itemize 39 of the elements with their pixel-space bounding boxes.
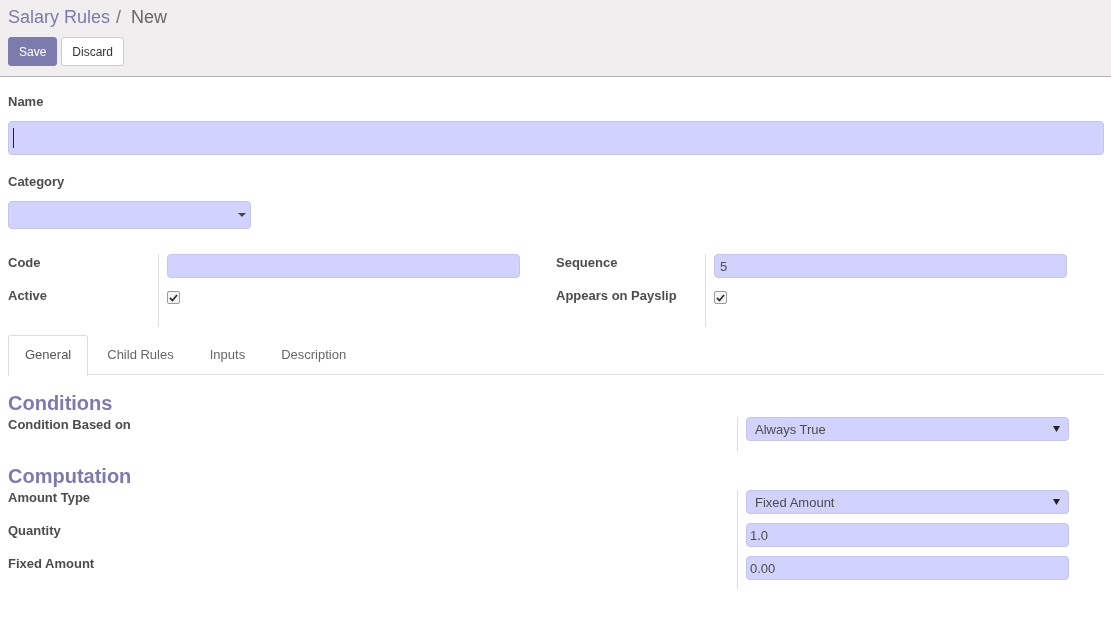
text-field[interactable] bbox=[167, 254, 520, 278]
tab[interactable]: Inputs bbox=[192, 335, 263, 375]
tab[interactable]: Description bbox=[264, 335, 364, 375]
tab[interactable]: General bbox=[8, 335, 89, 376]
select-field[interactable]: Fixed Amount bbox=[746, 490, 1069, 514]
field-value: 1.0 bbox=[750, 527, 769, 543]
name-field[interactable] bbox=[8, 121, 1104, 155]
field-value: Always True bbox=[755, 421, 826, 437]
field-label: Active bbox=[8, 287, 159, 327]
section-heading: Computation bbox=[8, 465, 133, 488]
select-field[interactable]: Always True bbox=[746, 417, 1069, 441]
text-field[interactable]: 5 bbox=[714, 254, 1067, 278]
breadcrumb-separator: / bbox=[116, 7, 122, 28]
category-dropdown[interactable] bbox=[8, 201, 251, 229]
checkbox[interactable] bbox=[167, 291, 180, 304]
tab[interactable]: Child Rules bbox=[90, 335, 191, 375]
field-label: Quantity bbox=[8, 523, 62, 540]
text-field[interactable]: 1.0 bbox=[746, 523, 1069, 547]
field-value: 5 bbox=[720, 258, 728, 274]
field-label: Amount Type bbox=[8, 490, 92, 507]
field-label: Name bbox=[8, 94, 45, 110]
text-field[interactable]: 0.00 bbox=[746, 556, 1069, 580]
save-button[interactable]: Save bbox=[8, 37, 58, 66]
caret-icon bbox=[1053, 499, 1060, 505]
field-label: Fixed Amount bbox=[8, 556, 96, 573]
breadcrumb-link[interactable]: Salary Rules bbox=[8, 7, 111, 28]
caret-icon bbox=[1053, 426, 1060, 432]
breadcrumb-current: New bbox=[131, 7, 168, 28]
discard-button[interactable]: Discard bbox=[61, 37, 125, 66]
checkbox[interactable] bbox=[714, 291, 727, 304]
section-heading: Conditions bbox=[8, 392, 114, 415]
caret-icon bbox=[238, 213, 246, 217]
field-label: Category bbox=[8, 174, 66, 190]
field-label: Sequence bbox=[556, 254, 706, 287]
field-value: 0.00 bbox=[750, 560, 776, 576]
field-label: Code bbox=[8, 254, 159, 287]
field-label: Condition Based on bbox=[8, 417, 132, 434]
field-value: Fixed Amount bbox=[755, 494, 835, 510]
field-label: Appears on Payslip bbox=[556, 287, 706, 327]
